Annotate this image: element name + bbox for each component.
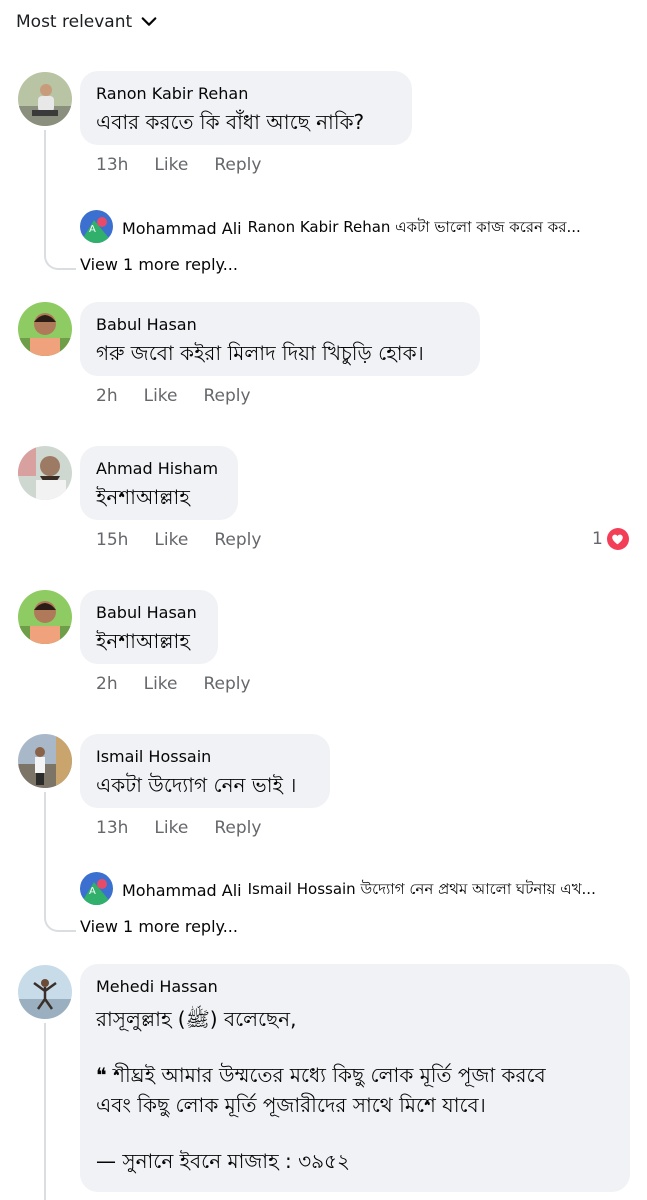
avatar[interactable]: A: [80, 872, 113, 905]
like-button[interactable]: Like: [144, 386, 178, 406]
thread-line: [44, 196, 76, 270]
comment-time[interactable]: 2h: [96, 674, 118, 694]
comment-author[interactable]: Mehedi Hassan: [96, 976, 614, 998]
comment-actions: 2h Like Reply: [96, 674, 251, 694]
svg-text:A: A: [89, 224, 96, 235]
like-button[interactable]: Like: [154, 818, 188, 838]
avatar[interactable]: [18, 72, 72, 126]
comment-bubble[interactable]: Mehedi Hassan রাসূলুল্লাহ (ﷺ) বলেছেন, ❝ …: [80, 964, 630, 1192]
comment-time[interactable]: 13h: [96, 818, 128, 838]
reply-button[interactable]: Reply: [214, 818, 261, 838]
reply-text: Ranon Kabir Rehan একটা ভালো কাজ করেন কর.…: [247, 218, 581, 236]
chevron-down-icon: [141, 17, 157, 26]
comment-text: ইনশাআল্লাহ: [96, 629, 190, 653]
comment-text: একটা উদ্যোগ নেন ভাই ।: [96, 773, 297, 797]
heart-icon: [606, 528, 629, 550]
comment-time[interactable]: 2h: [96, 386, 118, 406]
reply-button[interactable]: Reply: [214, 530, 261, 550]
comment-text-line: এবং কিছু লোক মূর্তি পূজারীদের সাথে মিশে …: [96, 1093, 486, 1117]
comment-time[interactable]: 15h: [96, 530, 128, 550]
comment-author[interactable]: Ranon Kabir Rehan: [96, 83, 396, 105]
comment-bubble[interactable]: Ismail Hossain একটা উদ্যোগ নেন ভাই ।: [80, 734, 330, 808]
comment-bubble[interactable]: Babul Hasan ইনশাআল্লাহ: [80, 590, 218, 664]
comment-text-line: রাসূলুল্লাহ (ﷺ) বলেছেন,: [96, 1007, 297, 1031]
view-more-replies[interactable]: View 1 more reply...: [80, 917, 238, 936]
sort-dropdown[interactable]: Most relevant: [16, 12, 158, 32]
like-button[interactable]: Like: [154, 530, 188, 550]
comment-author[interactable]: Babul Hasan: [96, 314, 464, 336]
reply-text: Ismail Hossain উদ্যোগ নেন প্রথম আলো ঘটনা…: [247, 880, 596, 898]
sort-label: Most relevant: [16, 12, 133, 32]
thread-line: [44, 858, 76, 932]
like-button[interactable]: Like: [144, 674, 178, 694]
comment-bubble[interactable]: Babul Hasan গরু জবো কইরা মিলাদ দিয়া খিচ…: [80, 302, 480, 376]
view-more-replies[interactable]: View 1 more reply...: [80, 255, 238, 274]
reply-preview[interactable]: Mohammad Ali Ranon Kabir Rehan একটা ভালো…: [122, 216, 581, 241]
reply-button[interactable]: Reply: [204, 386, 251, 406]
comment-author[interactable]: Babul Hasan: [96, 602, 202, 624]
comment-bubble[interactable]: Ranon Kabir Rehan এবার করতে কি বাঁধা আছে…: [80, 71, 412, 145]
reply-button[interactable]: Reply: [204, 674, 251, 694]
comment-text-line: ❝ শীঘ্রই আমার উম্মতের মধ্যে কিছু লোক মূর…: [96, 1063, 546, 1087]
reply-preview[interactable]: Mohammad Ali Ismail Hossain উদ্যোগ নেন প…: [122, 878, 596, 903]
like-button[interactable]: Like: [154, 155, 188, 175]
reply-author[interactable]: Mohammad Ali: [122, 881, 242, 900]
svg-text:A: A: [89, 886, 96, 897]
avatar[interactable]: [18, 965, 72, 1019]
comment-author[interactable]: Ismail Hossain: [96, 746, 314, 768]
avatar[interactable]: A: [80, 210, 113, 243]
comment-text: গরু জবো কইরা মিলাদ দিয়া খিচুড়ি হোক।: [96, 341, 424, 365]
comment-author[interactable]: Ahmad Hisham: [96, 458, 222, 480]
comment-text-line: — সুনানে ইবনে মাজাহ : ৩৯৫২: [96, 1149, 351, 1173]
reaction-summary[interactable]: 1: [592, 528, 629, 550]
avatar[interactable]: [18, 734, 72, 788]
comment-actions: 15h Like Reply: [96, 530, 261, 550]
comment-bubble[interactable]: Ahmad Hisham ইনশাআল্লাহ: [80, 446, 238, 520]
comment-actions: 13h Like Reply: [96, 155, 261, 175]
comment-actions: 13h Like Reply: [96, 818, 261, 838]
thread-line: [44, 1023, 46, 1200]
avatar[interactable]: [18, 590, 72, 644]
comment-time[interactable]: 13h: [96, 155, 128, 175]
reaction-count: 1: [592, 529, 603, 549]
avatar[interactable]: [18, 446, 72, 500]
reply-author[interactable]: Mohammad Ali: [122, 219, 242, 238]
comment-text: ইনশাআল্লাহ: [96, 485, 190, 509]
comment-text: এবার করতে কি বাঁধা আছে নাকি?: [96, 110, 365, 134]
avatar[interactable]: [18, 302, 72, 356]
comment-actions: 2h Like Reply: [96, 386, 251, 406]
reply-button[interactable]: Reply: [214, 155, 261, 175]
